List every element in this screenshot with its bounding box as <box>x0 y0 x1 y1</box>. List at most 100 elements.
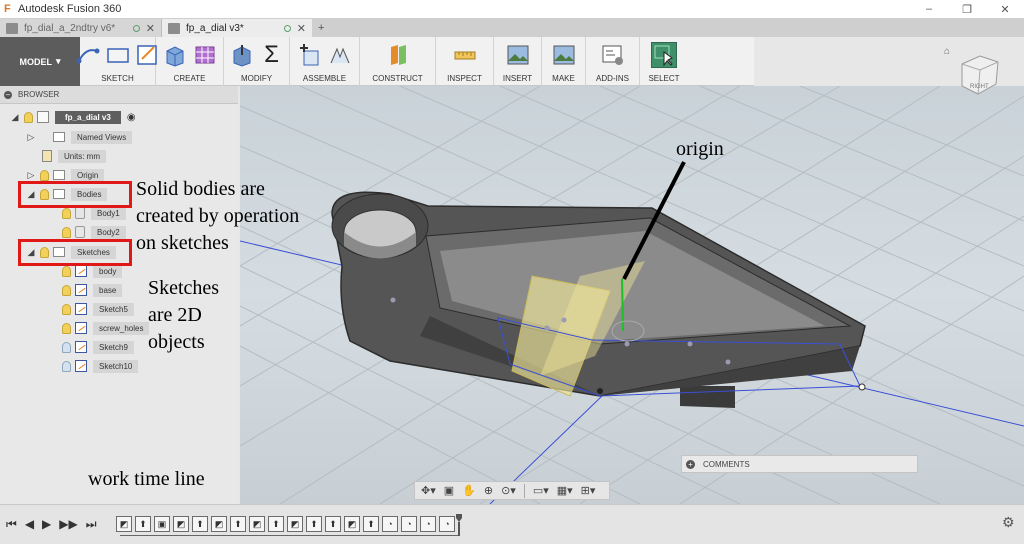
timeline-sketch-icon[interactable]: ◩ <box>173 516 189 532</box>
measure-icon[interactable] <box>452 42 478 68</box>
timeline-bar: ⏮ ◀ ▶ ▶▶ ⏭ ◩ ⬆ ▣ ◩ ⬆ ◩ ⬆ ◩ ⬆ ◩ ⬆ ⬆ ◩ ⬆ ◔ ◔ ◔ ◔ <box>0 504 1024 544</box>
timeline-extrude-icon[interactable]: ⬆ <box>268 516 284 532</box>
home-view-icon[interactable]: ⌂ <box>944 46 950 57</box>
tree-item-units[interactable]: Units: mm <box>42 148 106 164</box>
timeline-sketch-icon[interactable]: ◩ <box>249 516 265 532</box>
sketch-icon <box>75 303 87 315</box>
tree-item-sketch5[interactable]: Sketch5 <box>58 301 134 317</box>
expand-triangle-icon[interactable]: ◢ <box>10 112 20 123</box>
tree-item-sketch-base[interactable]: base <box>58 282 123 298</box>
timeline-extrude-icon[interactable]: ⬆ <box>230 516 246 532</box>
insert-image-icon[interactable] <box>505 42 531 68</box>
tree-item-sketch9[interactable]: Sketch9 <box>58 339 134 355</box>
collapse-icon[interactable]: – <box>4 90 12 99</box>
new-component-icon[interactable] <box>297 42 323 68</box>
construct-group[interactable]: CONSTRUCT <box>360 37 436 86</box>
visibility-bulb-icon[interactable] <box>62 303 71 315</box>
minimize-button[interactable]: – <box>910 0 948 18</box>
timeline-extrude-icon[interactable]: ⬆ <box>325 516 341 532</box>
comments-panel[interactable]: + COMMENTS <box>681 455 918 473</box>
pan-icon[interactable]: ✋ <box>462 484 476 497</box>
close-button[interactable]: ✕ <box>986 0 1024 18</box>
timeline-sketch-icon[interactable]: ◩ <box>211 516 227 532</box>
timeline-sketch-icon[interactable]: ◩ <box>344 516 360 532</box>
zoom-icon[interactable]: ⊕ <box>484 484 493 497</box>
timeline-extrude-icon[interactable]: ⬆ <box>135 516 151 532</box>
visibility-bulb-icon[interactable] <box>62 226 71 238</box>
joint-icon[interactable] <box>327 42 353 68</box>
extrude-icon[interactable] <box>162 42 188 68</box>
tab-fp-a-dial[interactable]: fp_a_dial v3* ✕ <box>162 19 312 37</box>
expand-triangle-icon[interactable]: ▷ <box>26 132 36 143</box>
timeline-sketch-icon[interactable]: ◩ <box>116 516 132 532</box>
select-cursor-icon[interactable] <box>651 42 677 68</box>
pattern-icon[interactable] <box>192 42 218 68</box>
press-pull-icon[interactable] <box>229 42 255 68</box>
timeline-extrude-icon[interactable]: ⬆ <box>363 516 379 532</box>
fit-icon[interactable]: ⊙▾ <box>501 484 516 497</box>
tree-item-screw-holes[interactable]: screw_holes <box>58 320 150 336</box>
close-tab-icon[interactable]: ✕ <box>146 22 155 35</box>
go-to-start-icon[interactable]: ⏮ <box>6 517 17 532</box>
timeline-extrude-icon[interactable]: ⬆ <box>192 516 208 532</box>
create-group[interactable]: CREATE <box>156 37 224 86</box>
new-tab-button[interactable]: + <box>318 22 324 34</box>
expand-triangle-icon[interactable]: ▷ <box>26 170 36 181</box>
assemble-group[interactable]: ASSEMBLE <box>290 37 360 86</box>
workspace-switcher[interactable]: MODEL ▾ <box>0 37 80 86</box>
make-group[interactable]: MAKE <box>542 37 586 86</box>
orbit-icon[interactable]: ✥▾ <box>421 484 436 497</box>
visibility-bulb-icon[interactable] <box>24 111 33 123</box>
sketch-group[interactable]: SKETCH <box>76 37 157 86</box>
add-comment-icon[interactable]: + <box>686 459 695 469</box>
tree-root[interactable]: ◢ fp_a_dial v3 ◉ <box>10 109 136 125</box>
timeline-settings-gear-icon[interactable]: ⚙ <box>1002 514 1015 531</box>
play-icon[interactable]: ▶ <box>42 517 51 532</box>
grid-settings-icon[interactable]: ▦▾ <box>557 484 573 497</box>
visibility-bulb-icon[interactable] <box>62 322 71 334</box>
timeline-extrude-icon[interactable]: ⬆ <box>306 516 322 532</box>
tab-fp-dial-a-2ndtry[interactable]: fp_dial_a_2ndtry v6* ✕ <box>0 19 162 37</box>
sketch-endpoint <box>858 383 866 391</box>
step-forward-icon[interactable]: ▶▶ <box>59 517 77 532</box>
timeline-fillet-icon[interactable]: ◔ <box>439 516 455 532</box>
select-group[interactable]: SELECT <box>640 37 688 86</box>
3d-print-icon[interactable] <box>551 42 577 68</box>
3d-viewport[interactable] <box>240 86 1024 504</box>
timeline-marker[interactable] <box>456 514 462 536</box>
inspect-group[interactable]: INSPECT <box>436 37 494 86</box>
timeline-fillet-icon[interactable]: ◔ <box>401 516 417 532</box>
look-at-icon[interactable]: ▣ <box>444 484 454 497</box>
close-tab-icon[interactable]: ✕ <box>297 22 306 35</box>
add-ins-group[interactable]: ADD-INS <box>586 37 640 86</box>
view-cube[interactable]: RIGHT <box>958 54 1000 98</box>
visibility-bulb-icon[interactable] <box>62 360 71 372</box>
timeline-fillet-icon[interactable]: ◔ <box>420 516 436 532</box>
restore-button[interactable]: ❐ <box>948 0 986 18</box>
insert-group[interactable]: INSERT <box>494 37 542 86</box>
browser-header[interactable]: – BROWSER <box>0 86 238 104</box>
timeline-sketch-icon[interactable]: ◩ <box>287 516 303 532</box>
rectangle-sketch-icon[interactable] <box>105 42 131 68</box>
activate-radio-icon[interactable]: ◉ <box>127 112 136 123</box>
timeline-body-icon[interactable]: ▣ <box>154 516 170 532</box>
tree-item-sketch10[interactable]: Sketch10 <box>58 358 139 374</box>
compute-all-icon[interactable]: Σ <box>259 41 285 68</box>
viewports-icon[interactable]: ⊞▾ <box>581 484 596 497</box>
go-to-end-icon[interactable]: ⏭ <box>86 517 97 532</box>
offset-plane-icon[interactable] <box>385 42 411 68</box>
line-sketch-icon[interactable] <box>75 42 101 68</box>
modify-group[interactable]: Σ MODIFY <box>224 37 290 86</box>
display-settings-icon[interactable]: ▭▾ <box>533 484 549 497</box>
tree-item-body2[interactable]: Body2 <box>58 224 126 240</box>
visibility-bulb-icon[interactable] <box>62 284 71 296</box>
visibility-bulb-icon[interactable] <box>62 265 71 277</box>
tree-item-named-views[interactable]: ▷ Named Views <box>26 129 133 145</box>
visibility-bulb-icon[interactable] <box>40 169 49 181</box>
step-back-icon[interactable]: ◀ <box>25 517 34 532</box>
visibility-bulb-icon[interactable] <box>62 341 71 353</box>
scripts-icon[interactable] <box>600 42 626 68</box>
visibility-bulb-icon[interactable] <box>62 207 71 219</box>
saved-status-icon <box>283 24 291 32</box>
timeline-fillet-icon[interactable]: ◔ <box>382 516 398 532</box>
